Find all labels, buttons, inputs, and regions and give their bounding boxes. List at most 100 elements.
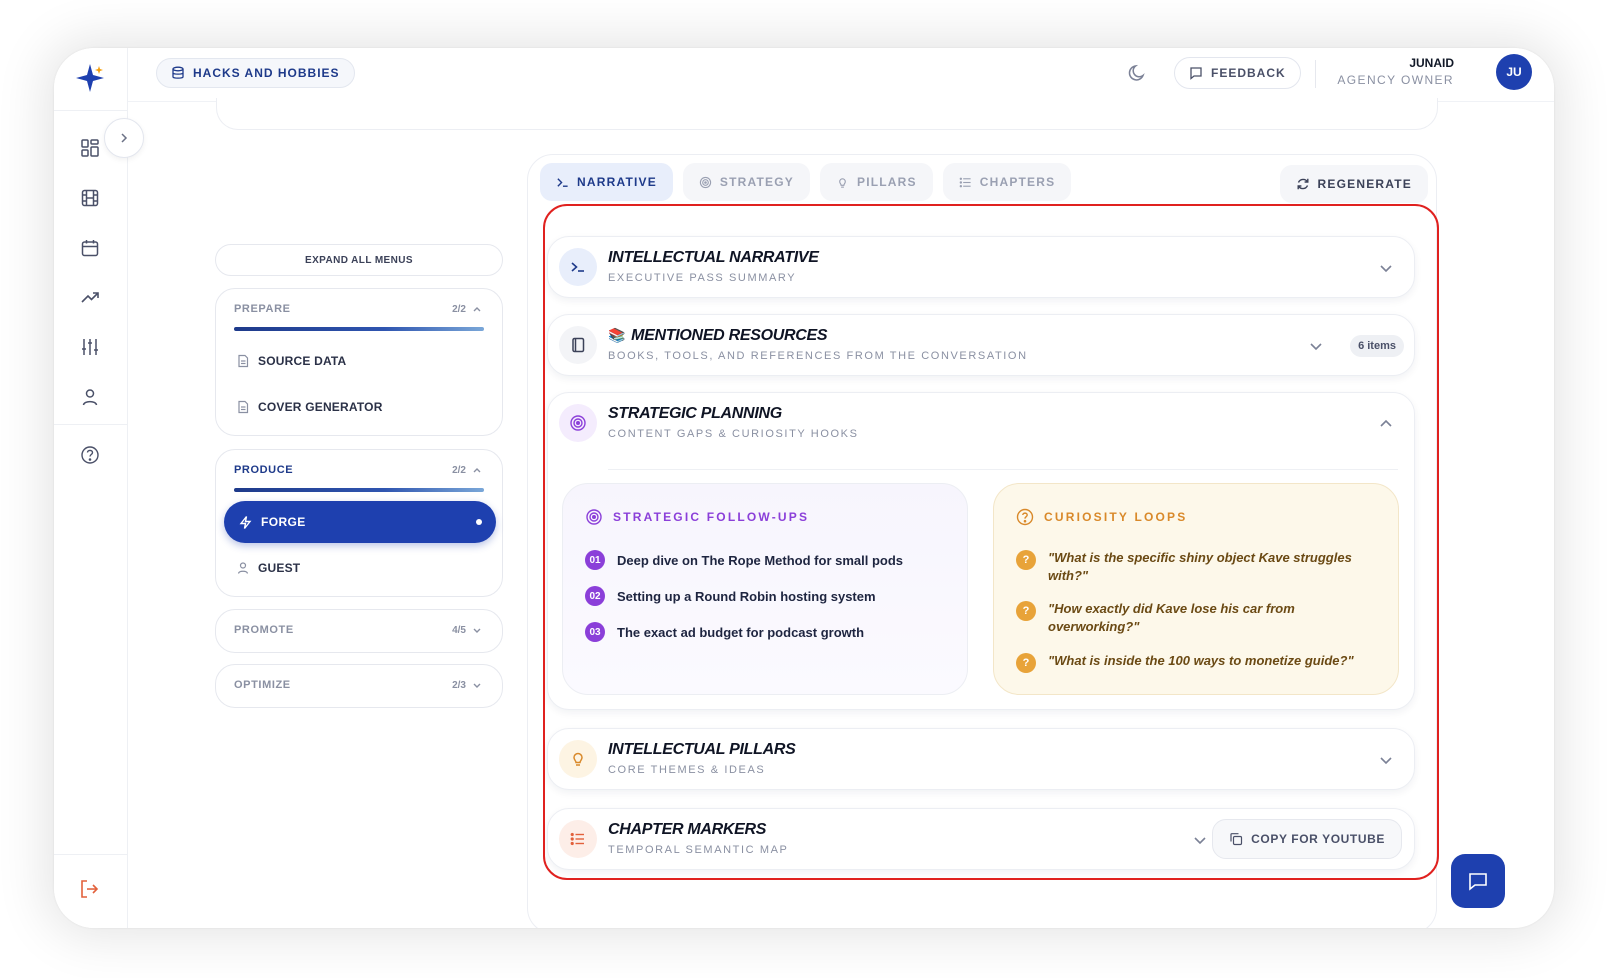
menu-group-optimize[interactable]: OPTIMIZE 2/3	[215, 664, 503, 708]
menu-item-guest[interactable]: GUEST	[236, 556, 494, 580]
document-icon	[238, 400, 249, 414]
document-icon	[238, 354, 249, 368]
loop-text: "What is inside the 100 ways to monetize…	[1048, 653, 1354, 668]
calendar-icon[interactable]	[78, 236, 102, 260]
collapse-sidebar-button[interactable]	[104, 118, 144, 158]
section-title: CHAPTER MARKERS	[608, 821, 767, 838]
section-intellectual-narrative[interactable]: INTELLECTUAL NARRATIVE EXECUTIVE PASS SU…	[547, 236, 1415, 298]
chevron-up-icon[interactable]	[1378, 416, 1394, 432]
curiosity-loop-item[interactable]: ? "What is the specific shiny object Kav…	[1016, 549, 1368, 585]
tab-narrative[interactable]: NARRATIVE	[540, 163, 673, 201]
database-icon	[172, 66, 184, 79]
loop-text: "How exactly did Kave lose his car from …	[1048, 601, 1295, 634]
followup-item[interactable]: 02 Setting up a Round Robin hosting syst…	[585, 586, 955, 606]
tab-bar: NARRATIVE STRATEGY PILLARS CHAPTERS	[540, 163, 1072, 201]
sparkle-logo-icon[interactable]	[72, 60, 108, 96]
collapsed-top-card	[216, 98, 1438, 130]
section-subtitle: BOOKS, TOOLS, AND REFERENCES FROM THE CO…	[608, 350, 1028, 362]
avatar[interactable]: JU	[1496, 54, 1532, 90]
group-name: PREPARE	[234, 303, 291, 315]
refresh-icon	[1297, 178, 1309, 190]
followups-heading: STRATEGIC FOLLOW-UPS	[585, 508, 809, 526]
book-icon	[559, 326, 597, 364]
chevron-up-icon	[473, 468, 481, 473]
menu-group-header[interactable]: OPTIMIZE 2/3	[234, 679, 482, 691]
section-intellectual-pillars[interactable]: INTELLECTUAL PILLARS CORE THEMES & IDEAS	[547, 728, 1415, 790]
menu-group-promote[interactable]: PROMOTE 4/5	[215, 609, 503, 653]
top-bar: HACKS AND HOBBIES FEEDBACK JUNAID AGENCY…	[128, 48, 1554, 102]
lightbulb-icon	[839, 177, 846, 188]
question-icon: ?	[1016, 550, 1036, 570]
regenerate-button[interactable]: REGENERATE	[1279, 165, 1428, 203]
moon-icon[interactable]	[1126, 62, 1148, 84]
section-mentioned-resources[interactable]: 📚 MENTIONED RESOURCES BOOKS, TOOLS, AND R…	[547, 314, 1415, 376]
menu-group-header[interactable]: PRODUCE 2/2	[234, 464, 482, 476]
tab-strategy[interactable]: STRATEGY	[682, 163, 810, 201]
user-icon[interactable]	[78, 385, 102, 409]
section-strategic-planning: STRATEGIC PLANNING CONTENT GAPS & CURIOS…	[547, 392, 1415, 710]
followup-item[interactable]: 03 The exact ad budget for podcast growt…	[585, 622, 955, 642]
expand-all-menus-button[interactable]: EXPAND ALL MENUS	[215, 244, 503, 276]
tab-chapters[interactable]: CHAPTERS	[942, 163, 1072, 201]
menu-group-header[interactable]: PREPARE 2/2	[234, 303, 482, 315]
group-count: 2/2	[452, 464, 466, 476]
loop-text: "What is the specific shiny object Kave …	[1048, 550, 1352, 583]
curiosity-loop-item[interactable]: ? "What is inside the 100 ways to moneti…	[1016, 652, 1368, 673]
followup-item[interactable]: 01 Deep dive on The Rope Method for smal…	[585, 550, 955, 570]
lightning-icon	[239, 515, 252, 529]
followup-number: 02	[585, 586, 605, 606]
items-count-badge: 6 items	[1350, 335, 1404, 357]
question-icon: ?	[1016, 601, 1036, 621]
section-title: INTELLECTUAL PILLARS	[608, 741, 796, 758]
section-divider	[608, 469, 1398, 470]
user-role: AGENCY OWNER	[1337, 73, 1454, 87]
list-icon	[559, 820, 597, 858]
chevron-down-icon[interactable]	[1378, 260, 1394, 276]
chevron-down-icon	[473, 683, 481, 688]
chevron-down-icon[interactable]	[1378, 752, 1394, 768]
menu-group-produce: PRODUCE 2/2 FORGE GUEST	[215, 449, 503, 597]
chevron-down-icon[interactable]	[1192, 832, 1208, 848]
terminal-icon	[559, 248, 597, 286]
tab-pillars[interactable]: PILLARS	[819, 163, 933, 201]
copy-icon	[1230, 833, 1243, 846]
curiosity-loop-item[interactable]: ? "How exactly did Kave lose his car fro…	[1016, 600, 1368, 636]
books-emoji-icon: 📚	[608, 327, 626, 343]
tab-label: PILLARS	[856, 175, 917, 189]
user-icon	[237, 562, 249, 574]
menu-item-label: SOURCE DATA	[258, 354, 347, 368]
chat-button[interactable]	[1451, 854, 1505, 908]
progress-bar	[234, 327, 484, 331]
section-subtitle: CONTENT GAPS & CURIOSITY HOOKS	[608, 428, 859, 440]
followup-number: 01	[585, 550, 605, 570]
sliders-icon[interactable]	[78, 335, 102, 359]
workspace-chip[interactable]: HACKS AND HOBBIES	[156, 58, 355, 88]
menu-group-header[interactable]: PROMOTE 4/5	[234, 624, 482, 636]
app-window: HACKS AND HOBBIES FEEDBACK JUNAID AGENCY…	[54, 48, 1554, 928]
section-chapter-markers[interactable]: CHAPTER MARKERS TEMPORAL SEMANTIC MAP CO…	[547, 808, 1415, 870]
feedback-button[interactable]: FEEDBACK	[1174, 57, 1301, 89]
question-circle-icon	[1016, 508, 1034, 526]
loops-heading: CURIOSITY LOOPS	[1016, 508, 1187, 526]
section-subtitle: TEMPORAL SEMANTIC MAP	[608, 844, 789, 856]
followup-text: The exact ad budget for podcast growth	[617, 624, 865, 640]
copy-for-youtube-button[interactable]: COPY FOR YOUTUBE	[1212, 819, 1402, 859]
help-icon[interactable]	[78, 443, 102, 467]
trending-icon[interactable]	[78, 286, 102, 310]
regenerate-label: REGENERATE	[1317, 177, 1412, 191]
section-subtitle: CORE THEMES & IDEAS	[608, 764, 766, 776]
target-icon	[559, 404, 597, 442]
tab-label: NARRATIVE	[577, 175, 657, 189]
strategic-followups-card: STRATEGIC FOLLOW-UPS 01 Deep dive on The…	[562, 483, 968, 695]
group-name: PROMOTE	[234, 624, 294, 636]
film-icon[interactable]	[78, 186, 102, 210]
logout-icon[interactable]	[78, 878, 100, 900]
menu-group-prepare: PREPARE 2/2 SOURCE DATA COVER GENERATOR	[215, 288, 503, 436]
menu-item-source-data[interactable]: SOURCE DATA	[236, 349, 494, 373]
menu-item-forge[interactable]: FORGE	[224, 501, 496, 543]
lightbulb-icon	[559, 740, 597, 778]
grid-icon[interactable]	[78, 136, 102, 160]
target-icon	[699, 176, 712, 188]
menu-item-cover-generator[interactable]: COVER GENERATOR	[236, 395, 494, 419]
chevron-down-icon[interactable]	[1308, 338, 1324, 354]
